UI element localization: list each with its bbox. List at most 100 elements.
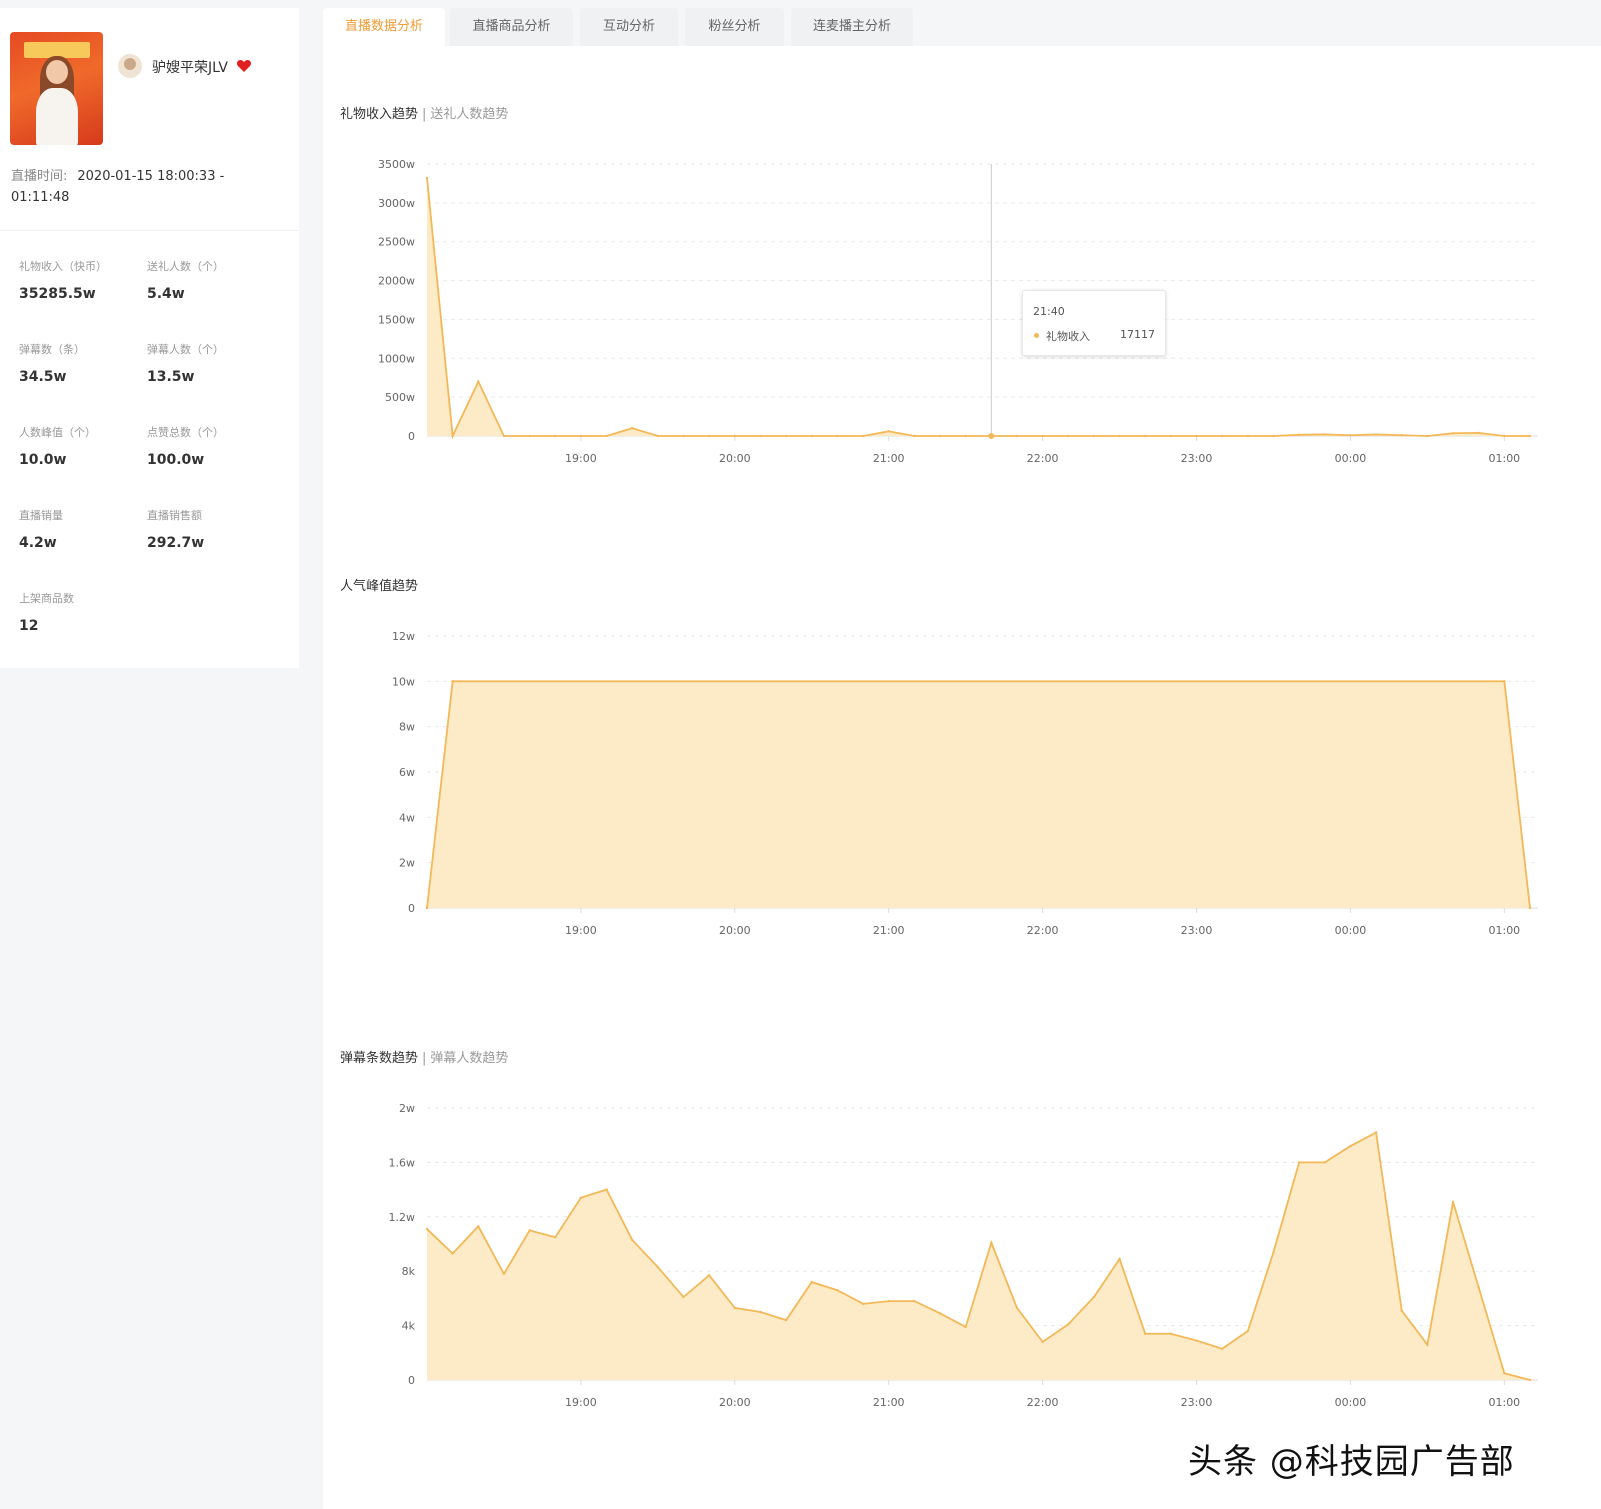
data-point: [554, 434, 557, 438]
data-point: [887, 430, 890, 433]
data-point: [913, 434, 916, 438]
data-point: [1297, 433, 1301, 437]
stat-product-count: 上架商品数 12: [19, 590, 139, 634]
x-tick-label: 23:00: [1181, 1396, 1213, 1409]
gift-chart-title: 礼物收入趋势 | 送礼人数趋势: [340, 103, 508, 122]
data-point: [1503, 680, 1506, 683]
stat-value: 292.7w: [147, 535, 205, 551]
stat-label: 送礼人数（个）: [147, 260, 224, 273]
danmu-count-chart[interactable]: 0 4k 8k 1.2w 1.6w 2w 19:00 20:00 21:00 22:00 23:00…: [323, 1084, 1601, 1424]
live-time: 直播时间: 2020-01-15 18:00:33 - 01:11:48: [11, 166, 281, 208]
data-point: [1349, 1144, 1352, 1148]
y-tick-label: 8k: [402, 1265, 416, 1278]
data-point: [1349, 434, 1352, 437]
data-point: [1220, 434, 1224, 438]
tab-fans-analysis[interactable]: 粉丝分析: [685, 8, 784, 46]
danmu-count-trend-tab[interactable]: 弹幕条数趋势: [340, 1051, 418, 1066]
danmu-chart-title: 弹幕条数趋势 | 弹幕人数趋势: [340, 1047, 508, 1066]
data-point: [1400, 434, 1403, 437]
data-point: [707, 434, 711, 438]
y-tick-label: 1500w: [378, 313, 415, 326]
tab-interaction-analysis[interactable]: 互动分析: [580, 8, 678, 46]
stat-value: 35285.5w: [19, 286, 96, 302]
gift-senders-trend-tab[interactable]: 送礼人数趋势: [430, 107, 508, 122]
title-separator: |: [422, 107, 427, 122]
y-tick-label: 2w: [399, 1102, 415, 1115]
gift-income-chart[interactable]: 0 500w 1000w 1500w 2000w 2500w 3000w 3500w 19:00…: [323, 140, 1601, 480]
data-point: [682, 434, 685, 438]
live-cover-image[interactable]: [10, 32, 103, 145]
y-tick-label: 0: [408, 902, 415, 915]
stat-value: 10.0w: [19, 452, 67, 468]
stat-label: 上架商品数: [19, 592, 74, 605]
data-point: [1528, 434, 1532, 438]
stat-value: 13.5w: [147, 369, 195, 385]
main-content: 直播数据分析 直播商品分析 互动分析 粉丝分析 连麦播主分析 礼物收入趋势 | 送礼…: [323, 0, 1601, 1509]
data-point: [605, 1188, 608, 1191]
data-point: [1400, 1309, 1403, 1312]
data-point: [1015, 434, 1019, 438]
data-point: [1041, 1340, 1044, 1344]
data-point: [631, 427, 634, 430]
y-tick-label: 1.6w: [389, 1156, 416, 1169]
y-tick-label: 3000w: [378, 197, 415, 210]
x-tick-label: 23:00: [1181, 924, 1213, 937]
tooltip-series-name: 礼物收入: [1046, 330, 1090, 343]
data-point: [477, 1225, 480, 1228]
data-point: [964, 1325, 967, 1329]
data-point: [1323, 433, 1326, 436]
data-point: [810, 1280, 813, 1284]
x-tick-label: 01:00: [1488, 924, 1520, 937]
x-tick-label: 20:00: [719, 452, 751, 465]
chart-tooltip: 21:40 礼物收入 17117: [1022, 290, 1166, 356]
x-tick-label: 21:00: [873, 924, 905, 937]
tab-live-data[interactable]: 直播数据分析: [323, 8, 445, 46]
y-tick-label: 12w: [392, 630, 415, 643]
tab-linked-anchor-analysis[interactable]: 连麦播主分析: [791, 8, 913, 46]
popularity-chart[interactable]: 0 2w 4w 6w 8w 10w 12w 19:00 20:00 21:00 22:00 23:00…: [323, 612, 1601, 952]
stat-value: 4.2w: [19, 535, 57, 551]
series-area: [427, 681, 1530, 908]
stat-label: 弹幕人数（个）: [147, 343, 224, 356]
stat-peak-viewers: 人数峰值（个） 10.0w: [19, 424, 139, 468]
data-point: [1092, 434, 1096, 438]
anchor-name[interactable]: 驴嫂平荣JLV: [152, 57, 228, 77]
x-tick-label: 00:00: [1335, 452, 1367, 465]
gift-income-trend-tab[interactable]: 礼物收入趋势: [340, 107, 418, 122]
y-tick-label: 2500w: [378, 236, 415, 249]
stat-label: 礼物收入（快币）: [19, 260, 107, 273]
data-point: [451, 434, 454, 438]
stat-sales-amount: 直播销售额 292.7w: [147, 507, 267, 551]
x-tick-label: 22:00: [1027, 924, 1059, 937]
data-point: [1195, 434, 1198, 438]
data-point: [451, 1252, 454, 1255]
data-point: [656, 434, 660, 438]
data-point: [425, 176, 429, 180]
y-tick-label: 8w: [399, 721, 415, 734]
data-point: [1144, 434, 1147, 438]
anchor-avatar-icon[interactable]: [118, 54, 142, 78]
data-point: [502, 1272, 506, 1276]
x-tick-label: 22:00: [1027, 1396, 1059, 1409]
stat-danmu-count: 弹幕数（条） 34.5w: [19, 341, 139, 385]
data-point: [1169, 1332, 1173, 1335]
data-point: [938, 1312, 942, 1315]
stat-value: 34.5w: [19, 369, 67, 385]
danmu-users-trend-tab[interactable]: 弹幕人数趋势: [430, 1051, 508, 1066]
data-point: [1041, 434, 1044, 438]
popularity-chart-title: 人气峰值趋势: [340, 575, 418, 594]
data-point: [1246, 1329, 1250, 1333]
series-area: [427, 1132, 1530, 1380]
y-tick-label: 1000w: [378, 352, 415, 365]
live-time-label: 直播时间:: [11, 169, 68, 184]
data-point: [425, 906, 429, 910]
data-point: [656, 1265, 660, 1269]
tab-product-analysis[interactable]: 直播商品分析: [450, 8, 573, 46]
data-point: [733, 434, 737, 438]
data-point: [861, 434, 865, 438]
data-point: [1195, 1339, 1198, 1342]
y-tick-label: 4k: [402, 1320, 416, 1333]
data-point: [938, 434, 942, 438]
data-point: [1477, 431, 1480, 435]
cover-figure-body: [36, 88, 78, 145]
